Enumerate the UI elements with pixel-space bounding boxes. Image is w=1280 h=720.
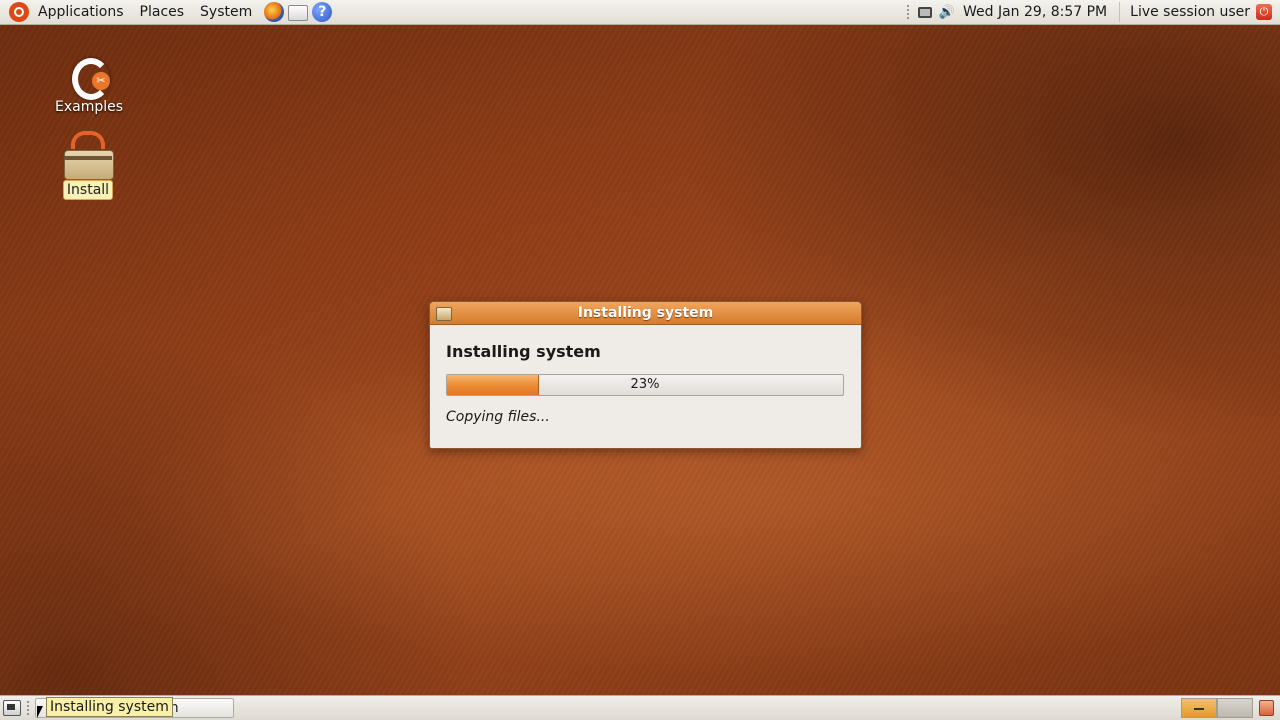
user-switcher[interactable]: Live session user	[1124, 0, 1252, 25]
trash-icon[interactable]	[1259, 700, 1274, 716]
bottom-panel: m	[0, 695, 1280, 720]
window-icon[interactable]	[436, 307, 452, 321]
mouse-cursor-icon	[37, 706, 43, 718]
panel-handle	[27, 701, 31, 715]
install-progress-dialog: Installing system Installing system 23% …	[429, 301, 862, 449]
desktop-icon-examples[interactable]: ✂ Examples	[39, 50, 139, 116]
dialog-title: Installing system	[577, 305, 714, 321]
workspace-1[interactable]	[1181, 698, 1217, 718]
panel-handle	[907, 5, 911, 19]
dialog-heading: Installing system	[446, 342, 601, 361]
system-menu[interactable]: System	[192, 0, 260, 25]
network-icon[interactable]	[917, 4, 933, 20]
panel-separator	[1119, 2, 1121, 22]
power-icon[interactable]: ⏻	[1256, 4, 1272, 20]
places-menu[interactable]: Places	[132, 0, 193, 25]
desktop-icon-install[interactable]: Install	[38, 130, 138, 200]
tooltip: Installing system	[46, 697, 173, 717]
volume-icon[interactable]: 🔊	[939, 4, 955, 20]
examples-icon: ✂	[66, 50, 112, 100]
dialog-titlebar[interactable]: Installing system	[430, 302, 861, 325]
progress-bar: 23%	[446, 374, 844, 396]
clock[interactable]: Wed Jan 29, 8:57 PM	[961, 0, 1115, 25]
help-icon[interactable]: ?	[312, 2, 333, 22]
firefox-icon[interactable]	[264, 2, 285, 22]
status-text: Copying files...	[446, 409, 550, 425]
install-icon	[63, 130, 114, 180]
progress-text: 23%	[630, 377, 660, 392]
applications-menu[interactable]: Applications	[30, 0, 132, 25]
desktop-icon-label: Install	[62, 180, 114, 200]
mail-icon[interactable]	[288, 5, 309, 21]
workspace-2[interactable]	[1217, 698, 1253, 718]
top-panel: Applications Places System ? 🔊 Wed Jan 2…	[0, 0, 1280, 25]
ubuntu-logo-icon[interactable]	[9, 2, 29, 22]
show-desktop-icon[interactable]	[3, 700, 21, 716]
desktop-icon-label: Examples	[54, 99, 124, 115]
